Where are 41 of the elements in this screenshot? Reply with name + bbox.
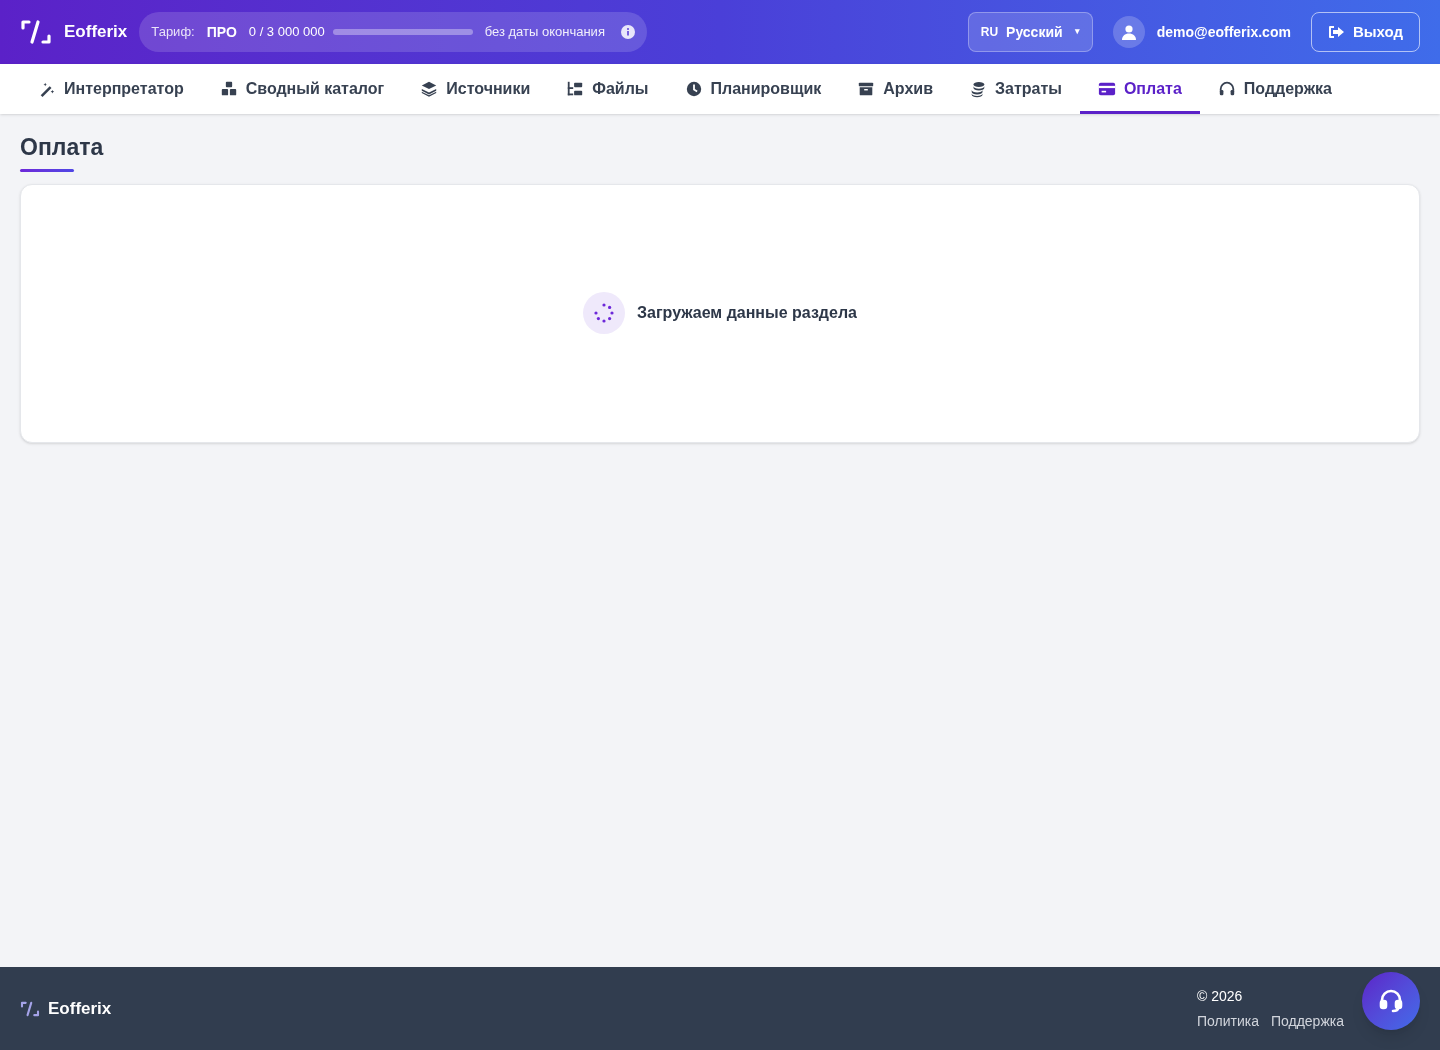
magic-wand-icon	[38, 80, 56, 98]
plan-label: Тариф:	[151, 23, 195, 42]
footer-link[interactable]: Политика	[1196, 1010, 1259, 1032]
archive-box-icon	[857, 80, 876, 98]
nav-tab[interactable]: Затраты	[951, 64, 1080, 114]
nav-tab[interactable]: Оплата	[1079, 64, 1200, 114]
info-icon[interactable]	[620, 25, 635, 39]
nav-tab[interactable]: Источники	[402, 64, 549, 114]
nav-tab[interactable]: Поддержка	[1199, 64, 1350, 114]
layers-icon	[420, 80, 439, 98]
user-email[interactable]: demo@eofferix.com	[1156, 21, 1291, 43]
language-select[interactable]: RU Русский ▾	[967, 12, 1093, 52]
nav-tab[interactable]: Архив	[839, 64, 951, 114]
nav-tab[interactable]: Интерпретатор	[20, 64, 202, 114]
usage-count: 0 / 3 000 000	[248, 23, 325, 42]
logo-icon	[20, 1000, 40, 1017]
logout-button[interactable]: Выход	[1310, 12, 1420, 52]
loading-spinner-icon	[583, 292, 625, 334]
file-tree-icon	[566, 80, 585, 98]
boxes-icon	[219, 80, 238, 98]
headset-icon	[1217, 80, 1236, 98]
footer-link[interactable]: Поддержка	[1270, 1010, 1344, 1032]
clock-icon	[684, 80, 703, 98]
page-title: Оплата	[20, 133, 104, 162]
nav-tab[interactable]: Файлы	[548, 64, 667, 114]
credit-card-icon	[1097, 80, 1116, 98]
logo-icon	[20, 19, 52, 45]
plan-name: ПРО	[206, 22, 237, 42]
loading-text: Загружаем данные раздела	[637, 303, 857, 323]
nav-tab[interactable]: Сводный каталог	[201, 64, 403, 114]
coin-stack-icon	[969, 80, 987, 98]
title-underline	[20, 168, 74, 172]
headset-icon	[1378, 988, 1404, 1014]
expiry-text: без даты окончания	[484, 23, 605, 42]
user-icon	[1121, 24, 1136, 40]
nav-tab[interactable]: Планировщик	[666, 64, 840, 114]
footer-brand: Eofferix	[48, 997, 112, 1020]
copyright-text: © 2026	[1196, 986, 1244, 1006]
logout-icon	[1327, 25, 1345, 39]
brand-name: Eofferix	[64, 21, 128, 44]
user-avatar[interactable]	[1112, 16, 1145, 48]
